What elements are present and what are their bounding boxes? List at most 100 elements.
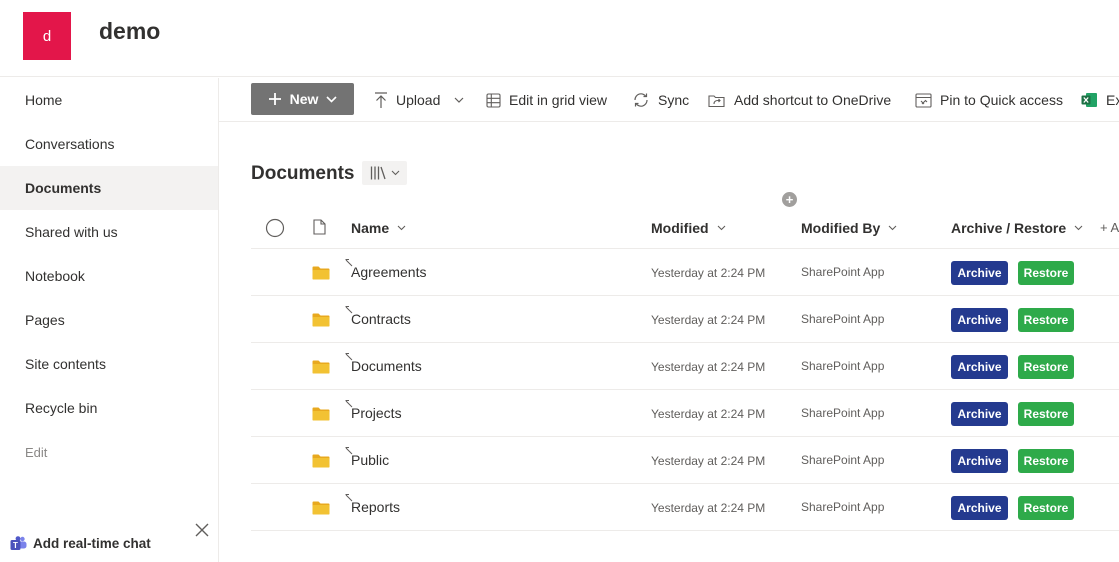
add-column-button[interactable]: + A [1100,206,1119,249]
column-header-modified-by[interactable]: Modified By [801,206,897,249]
item-modified: Yesterday at 2:24 PM [651,266,766,280]
sync-button[interactable]: Sync [632,78,689,122]
svg-text:T: T [13,541,18,550]
sync-label: Sync [658,92,690,108]
pin-icon [915,92,932,108]
nav-edit-link[interactable]: Edit [0,430,218,474]
new-button-label: New [289,91,319,107]
upload-button[interactable]: Upload [374,78,464,122]
item-modified: Yesterday at 2:24 PM [651,360,766,374]
export-excel-label: Ex [1106,92,1119,108]
chevron-down-icon [391,170,399,176]
chevron-down-icon [397,225,406,230]
archive-button[interactable]: Archive [951,355,1008,379]
item-modified-by[interactable]: SharePoint App [801,406,884,420]
close-icon[interactable] [194,522,210,538]
table-row[interactable]: Public Yesterday at 2:24 PM SharePoint A… [251,437,1119,484]
view-switcher-button[interactable] [362,161,407,185]
chevron-down-icon [888,225,897,230]
select-all-circle-icon[interactable] [265,218,285,238]
restore-button[interactable]: Restore [1018,308,1074,332]
grid-icon [486,92,501,108]
edit-grid-view-label: Edit in grid view [509,92,608,108]
column-header-name-label: Name [351,219,390,236]
nav-item-shared-with-us[interactable]: Shared with us [0,210,218,254]
nav-item-documents[interactable]: Documents [0,166,218,210]
restore-button[interactable]: Restore [1018,449,1074,473]
table-row[interactable]: Agreements Yesterday at 2:24 PM SharePoi… [251,249,1119,296]
site-title[interactable]: demo [99,18,160,45]
file-type-icon[interactable] [313,219,326,235]
archive-button[interactable]: Archive [951,496,1008,520]
chevron-down-icon [454,97,464,103]
shortcut-icon [708,94,725,107]
sync-icon [634,93,648,107]
table-row[interactable]: Reports Yesterday at 2:24 PM SharePoint … [251,484,1119,531]
nav-item-pages[interactable]: Pages [0,298,218,342]
add-shortcut-onedrive-button[interactable]: Add shortcut to OneDrive [708,78,891,122]
realtime-chat-row: T Add real-time chat [0,518,218,562]
folder-icon [312,407,330,421]
item-modified: Yesterday at 2:24 PM [651,407,766,421]
command-bar: New Upload Edit in grid view Sync Add sh… [219,78,1119,122]
item-modified-by[interactable]: SharePoint App [801,312,884,326]
table-row[interactable]: Documents Yesterday at 2:24 PM SharePoin… [251,343,1119,390]
column-header-archive-restore[interactable]: Archive / Restore [951,206,1083,249]
nav-item-conversations[interactable]: Conversations [0,122,218,166]
item-modified-by[interactable]: SharePoint App [801,359,884,373]
new-button[interactable]: New [251,83,354,115]
item-modified-by[interactable]: SharePoint App [801,500,884,514]
item-name-link[interactable]: Contracts [351,311,411,327]
archive-button[interactable]: Archive [951,449,1008,473]
restore-button[interactable]: Restore [1018,402,1074,426]
item-name-link[interactable]: Projects [351,405,402,421]
teams-icon: T [10,536,27,550]
table-row[interactable]: Projects Yesterday at 2:24 PM SharePoint… [251,390,1119,437]
restore-button[interactable]: Restore [1018,355,1074,379]
pin-quick-access-button[interactable]: Pin to Quick access [915,78,1063,122]
item-modified: Yesterday at 2:24 PM [651,313,766,327]
item-name-link[interactable]: Documents [351,358,422,374]
chevron-down-icon [1074,225,1083,230]
restore-button[interactable]: Restore [1018,261,1074,285]
item-name-link[interactable]: Agreements [351,264,426,280]
table-row[interactable]: Contracts Yesterday at 2:24 PM SharePoin… [251,296,1119,343]
library-title: Documents [251,163,355,184]
add-shortcut-onedrive-label: Add shortcut to OneDrive [734,92,892,108]
site-logo[interactable]: d [23,12,71,60]
nav-item-site-contents[interactable]: Site contents [0,342,218,386]
plus-icon [268,93,281,105]
add-realtime-chat-link[interactable]: T Add real-time chat [10,536,151,551]
chevron-down-icon [326,95,337,103]
item-modified: Yesterday at 2:24 PM [651,454,766,468]
list-header: Name Modified Modified By Archive / Rest… [251,206,1119,249]
archive-button[interactable]: Archive [951,402,1008,426]
upload-label: Upload [396,92,441,108]
folder-icon [312,266,330,280]
item-modified-by[interactable]: SharePoint App [801,265,884,279]
folder-icon [312,360,330,374]
edit-grid-view-button[interactable]: Edit in grid view [486,78,607,122]
nav-item-home[interactable]: Home [0,78,218,122]
nav-item-notebook[interactable]: Notebook [0,254,218,298]
item-modified-by[interactable]: SharePoint App [801,453,884,467]
item-name-link[interactable]: Reports [351,499,400,515]
column-header-name[interactable]: Name [351,206,406,249]
item-name-link[interactable]: Public [351,452,389,468]
left-nav: Home Conversations Documents Shared with… [0,78,219,562]
archive-button[interactable]: Archive [951,308,1008,332]
restore-button[interactable]: Restore [1018,496,1074,520]
column-header-archive-restore-label: Archive / Restore [951,219,1067,236]
nav-item-recycle-bin[interactable]: Recycle bin [0,386,218,430]
chevron-down-icon [717,225,725,230]
archive-button[interactable]: Archive [951,261,1008,285]
export-excel-button[interactable]: Ex [1081,78,1119,122]
column-header-modified[interactable]: Modified [651,206,726,249]
add-column-hint-icon[interactable]: + [782,192,797,207]
excel-icon [1081,93,1097,107]
folder-icon [312,454,330,468]
upload-icon [375,91,387,108]
add-realtime-chat-label: Add real-time chat [33,536,151,551]
column-header-modified-label: Modified [651,219,709,236]
site-header: d demo [0,0,1119,77]
